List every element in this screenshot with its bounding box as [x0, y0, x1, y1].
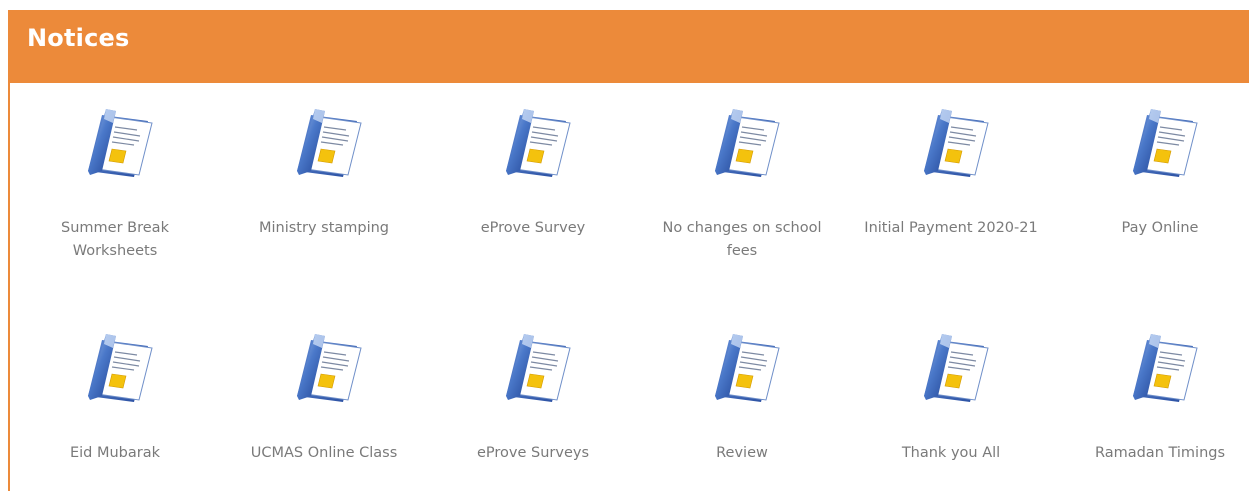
notice-item[interactable]: Ministry stamping — [229, 105, 419, 265]
notice-label: Summer Break Worksheets — [61, 220, 169, 259]
notice-item[interactable]: eProve Survey — [438, 105, 628, 265]
document-folder-icon — [500, 330, 572, 406]
notice-label: Thank you All — [901, 445, 1001, 461]
notice-label: eProve Surveys — [476, 445, 590, 461]
notice-label: Review — [716, 445, 768, 461]
notice-label: UCMAS Online Class — [250, 445, 398, 461]
notice-label: Initial Payment 2020-21 — [864, 220, 1038, 236]
notice-label: No changes on school fees — [662, 220, 822, 259]
notice-item[interactable]: Thank you All — [856, 330, 1046, 490]
notices-header: Notices — [8, 10, 1249, 83]
notice-item[interactable]: UCMAS Online Class — [229, 330, 419, 490]
notice-item[interactable]: Ramadan Timings — [1065, 330, 1249, 490]
notice-item[interactable]: eProve Surveys — [438, 330, 628, 490]
document-folder-icon — [82, 105, 154, 181]
notice-label: Ramadan Timings — [1094, 445, 1226, 461]
notice-label: eProve Survey — [480, 220, 586, 236]
notices-panel: Notices Summer Break Worksheets Ministry… — [8, 10, 1249, 491]
document-folder-icon — [709, 105, 781, 181]
notice-item[interactable]: Pay Online — [1065, 105, 1249, 265]
document-folder-icon — [500, 105, 572, 181]
document-folder-icon — [709, 330, 781, 406]
document-folder-icon — [918, 105, 990, 181]
notice-item[interactable]: Review — [647, 330, 837, 490]
notice-item[interactable]: Eid Mubarak — [20, 330, 210, 490]
notice-label: Ministry stamping — [258, 220, 390, 236]
document-folder-icon — [291, 105, 363, 181]
panel-title: Notices — [27, 24, 130, 52]
notice-item[interactable]: Summer Break Worksheets — [20, 105, 210, 265]
notice-item[interactable]: No changes on school fees — [647, 105, 837, 265]
notices-grid: Summer Break Worksheets Ministry stampin… — [10, 105, 1249, 475]
document-folder-icon — [82, 330, 154, 406]
notice-item[interactable]: Initial Payment 2020-21 — [856, 105, 1046, 265]
notice-label: Pay Online — [1121, 220, 1199, 236]
document-folder-icon — [1127, 105, 1199, 181]
notice-label: Eid Mubarak — [69, 445, 161, 461]
document-folder-icon — [291, 330, 363, 406]
document-folder-icon — [918, 330, 990, 406]
document-folder-icon — [1127, 330, 1199, 406]
